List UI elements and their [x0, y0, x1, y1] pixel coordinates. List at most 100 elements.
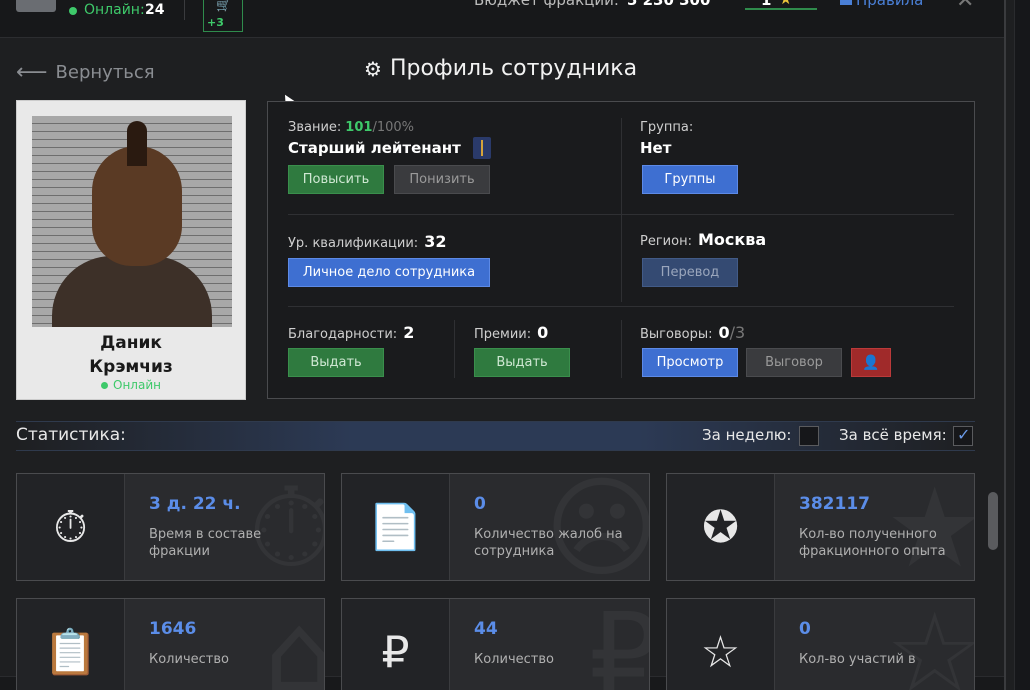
exp-stars-icon: ✪	[702, 501, 739, 553]
frame-border	[1004, 0, 1006, 690]
remove-user-icon: 👤	[862, 354, 880, 371]
employee-last-name: Крэмчиз	[89, 357, 173, 377]
budget-label: Бюджет фракции:	[474, 0, 619, 9]
stat-description: Количество жалоб на сотрудника	[474, 527, 623, 559]
rules-icon	[840, 0, 852, 5]
cart-plus-count: +3	[207, 16, 224, 29]
stat-icon-box: 📄	[342, 474, 450, 580]
employee-photo-card: Даник Крэмчиз Онлайн	[16, 100, 246, 400]
stat-value: 3 д. 22 ч.	[149, 494, 241, 514]
week-filter-label: За неделю:	[702, 426, 792, 444]
gear-icon: ⚙	[364, 56, 382, 81]
back-label: Вернуться	[55, 62, 155, 83]
divider	[454, 320, 455, 378]
stat-card-tasks: ⌂ 📋 1646 Количество	[16, 598, 325, 690]
alltime-filter-checkbox[interactable]	[953, 425, 973, 446]
region-label: Регион:	[640, 234, 692, 249]
stat-card-complaints: ☹ 📄 0 Количество жалоб на сотрудника	[341, 473, 650, 581]
stat-description: Количество	[149, 652, 229, 667]
stopwatch-icon: ⏱	[53, 501, 88, 553]
vehicle-icon	[16, 0, 56, 12]
employee-photo	[32, 116, 232, 327]
employee-info-panel: Звание: 101/100% Старший лейтенант Повыси…	[267, 101, 975, 399]
cart-icon: 🛒	[216, 0, 231, 12]
stat-icon-box: 📋	[17, 599, 125, 690]
rank-insignia-icon	[473, 137, 491, 159]
remove-user-button[interactable]: 👤	[851, 348, 891, 377]
page-title: ⚙ Профиль сотрудника	[364, 56, 637, 81]
divider	[621, 118, 622, 302]
back-button[interactable]: ⟵ Вернуться	[16, 60, 155, 85]
qualification-label: Ур. квалификации:	[288, 236, 419, 251]
top-bar: Онлайн: 24 🛒 +3 Бюджет фракции: 5 230 300…	[0, 0, 1004, 38]
group-label: Группа:	[640, 120, 694, 135]
complaint-document-icon: 📄	[368, 502, 423, 553]
thanks-row: Благодарности: 2	[288, 323, 414, 342]
stat-card-experience: ★ ✪ 382117 Кол-во полученного фракционно…	[666, 473, 975, 581]
clipboard-icon: 📋	[43, 627, 98, 678]
tasks-bg-icon: ⌂	[264, 599, 324, 690]
budget-extra: 1 ★	[745, 0, 817, 10]
online-indicator-icon	[69, 7, 77, 15]
qualification-value: 32	[424, 232, 447, 251]
rules-link[interactable]: Правила	[840, 0, 923, 9]
group-value: Нет	[640, 139, 672, 157]
divider	[288, 306, 954, 307]
rank-row: Звание: 101/100%	[288, 120, 414, 135]
stat-description: Количество	[474, 652, 554, 667]
demote-button[interactable]: Понизить	[394, 165, 490, 194]
rank-label: Звание:	[288, 120, 342, 135]
bonuses-label: Премии:	[474, 327, 532, 342]
stat-icon-box: ☆	[667, 599, 775, 690]
faction-budget: Бюджет фракции: 5 230 300	[474, 0, 710, 9]
divider	[184, 0, 185, 20]
reprimands-label: Выговоры:	[640, 327, 713, 342]
view-reprimands-button[interactable]: Просмотр	[642, 348, 738, 377]
alltime-filter-label: За всё время:	[839, 426, 947, 444]
stat-card-time: ⏱ ⏱ 3 д. 22 ч. Время в составе фракции	[16, 473, 325, 581]
frame-edge	[1014, 0, 1030, 690]
stat-card-events: ☆ ☆ 0 Кол-во участий в	[666, 598, 975, 690]
online-count: 24	[145, 2, 165, 18]
employee-name: Даник Крэмчиз	[17, 331, 245, 379]
personal-file-button[interactable]: Личное дело сотрудника	[288, 258, 490, 287]
close-button[interactable]: ✕	[956, 0, 974, 13]
rank-max: /100%	[372, 120, 414, 135]
reprimands-row: Выговоры: 0/3	[640, 323, 745, 342]
bonuses-value: 0	[537, 323, 549, 342]
promote-button[interactable]: Повысить	[288, 165, 384, 194]
week-filter-checkbox[interactable]	[799, 426, 819, 446]
star-bg-icon: ☆	[885, 598, 975, 690]
stat-icon-box: ₽	[342, 599, 450, 690]
stat-value: 44	[474, 619, 498, 639]
star-icon: ☆	[700, 626, 741, 678]
statistics-header-bar	[16, 421, 975, 451]
thanks-label: Благодарности:	[288, 327, 398, 342]
stat-value: 382117	[799, 494, 870, 514]
transfer-button[interactable]: Перевод	[642, 258, 738, 287]
reprimands-max: /3	[729, 323, 746, 342]
stat-value: 0	[474, 494, 486, 514]
stat-value: 0	[799, 619, 811, 639]
page-title-text: Профиль сотрудника	[389, 56, 638, 81]
budget-value: 5 230 300	[626, 0, 711, 9]
stat-value: 1646	[149, 619, 197, 639]
scrollbar-thumb[interactable]	[988, 492, 998, 550]
give-bonus-button[interactable]: Выдать	[474, 348, 570, 377]
rank-value: 101	[345, 120, 373, 135]
photo-hair	[127, 121, 147, 166]
stat-description: Кол-во полученного фракционного опыта	[799, 527, 946, 559]
give-thanks-button[interactable]: Выдать	[288, 348, 384, 377]
bonuses-row: Премии: 0	[474, 323, 548, 342]
online-label: Онлайн:	[84, 2, 145, 18]
reprimand-button[interactable]: Выговор	[746, 348, 842, 377]
thanks-value: 2	[403, 323, 415, 342]
employee-first-name: Даник	[100, 333, 162, 353]
reprimands-value: 0	[718, 323, 730, 342]
statistics-title: Статистика:	[16, 425, 126, 445]
groups-button[interactable]: Группы	[642, 165, 738, 194]
shop-button[interactable]: 🛒 +3	[203, 0, 243, 32]
ruble-bg-icon: ₽	[589, 599, 649, 690]
stat-icon-box: ⏱	[17, 474, 125, 580]
budget-extra-value: 1	[761, 0, 772, 9]
